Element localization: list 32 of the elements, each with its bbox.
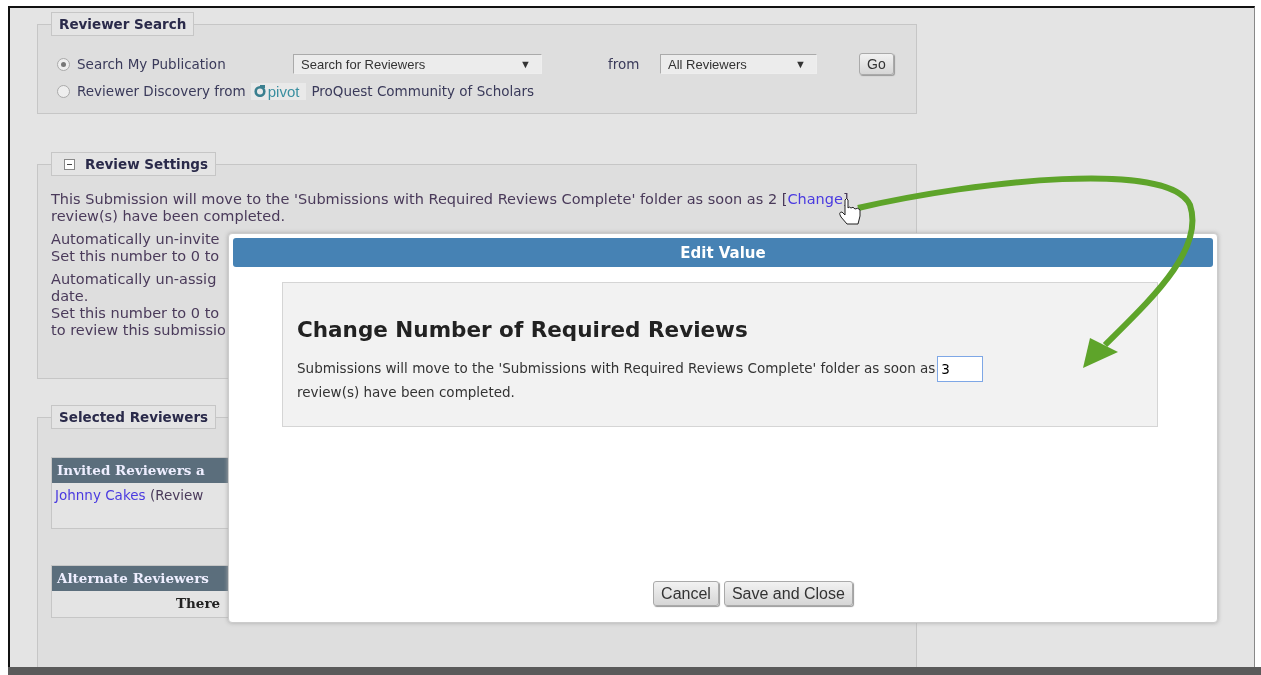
search-type-dropdown[interactable]: Search for Reviewers ▼ xyxy=(293,54,542,74)
empty-message: There xyxy=(176,595,221,611)
change-link[interactable]: Change xyxy=(787,191,843,207)
radio-label: Reviewer Discovery from xyxy=(77,83,246,99)
community-label: ProQuest Community of Scholars xyxy=(311,83,535,99)
unassign-text: date. xyxy=(51,288,89,305)
panel-legend[interactable]: Review Settings xyxy=(51,152,217,176)
radio-button[interactable] xyxy=(57,57,70,71)
uninvite-text: Automatically un-invite xyxy=(51,231,220,248)
dialog-heading: Change Number of Required Reviews xyxy=(297,317,749,342)
dialog-button[interactable]: Cancel xyxy=(653,581,719,606)
panel-legend: Selected Reviewers xyxy=(51,405,217,429)
dialog-title: Edit Value xyxy=(680,243,766,262)
panel-legend: Reviewer Search xyxy=(51,12,195,36)
dialog-text: review(s) have been completed. xyxy=(297,383,516,402)
collapse-icon[interactable] xyxy=(64,158,75,170)
unassign-text: Set this number to 0 to xyxy=(51,305,220,322)
radio-label: Search My Publication xyxy=(77,56,227,72)
source-dropdown[interactable]: All Reviewers ▼ xyxy=(660,54,817,74)
dialog-text: Submissions will move to the 'Submissions with Required Reviews Complete' folder as soon as xyxy=(297,360,936,376)
radio-button[interactable] xyxy=(57,84,70,98)
reviewer-role: (Review xyxy=(149,487,204,503)
unassign-text: Automatically un-assig xyxy=(51,271,217,288)
go-button[interactable]: Go xyxy=(859,53,894,75)
pivot-logo: pivot xyxy=(250,82,307,100)
reviewer-link[interactable]: Johnny Cakes xyxy=(55,487,146,503)
dialog-button[interactable]: Save and Close xyxy=(723,581,853,606)
legend-text: Review Settings xyxy=(85,156,209,172)
uninvite-text: Set this number to 0 to xyxy=(51,248,220,265)
from-label: from xyxy=(608,56,641,72)
reviews-number-input[interactable]: 3 xyxy=(937,356,984,382)
unassign-text: to review this submissio xyxy=(51,322,226,339)
